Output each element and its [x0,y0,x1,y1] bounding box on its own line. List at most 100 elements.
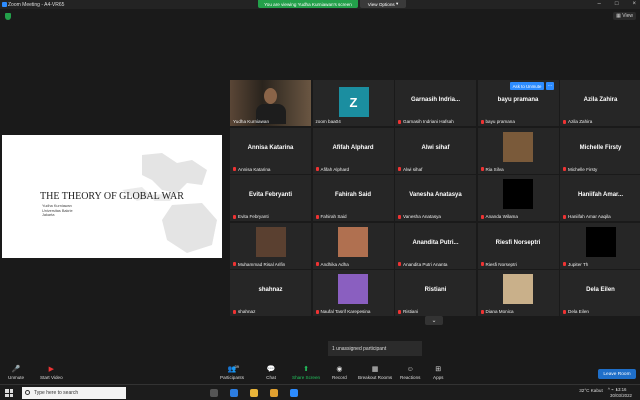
apps-icon: ⊞ [435,366,442,373]
security-shield-icon[interactable] [5,13,11,20]
participant-name: Dela Eilen [568,309,589,314]
participant-tile[interactable]: Afifah Alphard Afifah Alphard [312,127,394,174]
muted-mic-icon [563,214,566,219]
participants-button[interactable]: 👥 39 Participants [220,364,244,380]
participant-tile[interactable]: Dela Eilen Dela Eilen [560,270,640,316]
slide-author-block: Yudha Kurniawan Universitas Bakrie Jakar… [42,204,73,218]
participant-tile[interactable]: Yudha Kurniawan [230,80,311,126]
share-screen-button[interactable]: ⬆ Share Screen [292,365,320,380]
participant-tile[interactable]: Andhika Adha [312,222,394,269]
unmute-button[interactable]: 🎤 Unmute [8,365,24,380]
participant-tile[interactable]: Zzoom baa04 [312,80,394,126]
task-view-icon[interactable] [210,389,218,397]
view-label: View [622,13,633,19]
participants-icon: 👥 39 [227,364,239,373]
muted-mic-icon [563,262,566,266]
profile-photo [503,274,533,304]
record-label: Record [332,375,347,380]
leave-room-button[interactable]: Leave Room [598,369,636,379]
participant-tile[interactable]: shahnaz shahnaz [230,270,311,316]
participant-display-name: Vanesha Anatasya [409,192,462,198]
participant-display-name: bayu pramana [497,97,539,103]
view-button[interactable]: ▦ View [613,12,636,20]
participant-tile[interactable]: Ria Silva [477,127,559,174]
taskbar-clock[interactable]: 13:16 30/03/2022 [610,387,632,399]
slide-author-line: Yudha Kurniawan [42,204,72,208]
edge-icon[interactable] [230,389,238,397]
profile-photo [503,179,533,209]
participant-name: Evita Febryanti [238,214,269,219]
breakout-rooms-button[interactable]: ▦ Breakout Rooms [358,365,392,380]
more-options-button[interactable]: ··· [546,82,554,90]
ask-to-unmute-button[interactable]: Ask to Unmute [510,82,544,90]
taskbar-search-input[interactable]: Type here to search [22,387,126,399]
viewing-screen-banner: You are viewing Yudha Kurniawan's screen [258,0,358,8]
participant-label: Michelle Firsty [563,167,597,172]
participant-name: Azila Zahira [568,119,593,124]
grid-icon: ▦ [616,13,621,19]
muted-mic-icon [398,167,401,171]
participant-tile[interactable]: Ananda Wilama [477,175,559,221]
minimize-button[interactable]: – [598,1,601,7]
participant-tile[interactable]: Haniifah Amar... Haniifah Amar Aaqila [560,175,640,221]
close-button[interactable]: × [632,1,636,7]
participant-tile[interactable]: Evita Febryanti Evita Febryanti [230,175,311,221]
muted-mic-icon [480,167,484,171]
unassigned-participant-notice: 1 unassigned participant [328,341,422,356]
participant-display-name: Afifah Alphard [332,144,374,151]
participant-tile[interactable]: Alwi sihaf Alwi sihaf [395,127,476,174]
participant-label: Alwi sihaf [398,167,422,172]
muted-mic-icon: 🎤 [11,366,21,373]
muted-mic-icon [398,309,401,314]
participant-tile[interactable]: Garnasih Indria... Garnasih Indriani Hafs… [395,80,476,126]
zoom-taskbar-icon[interactable] [290,389,298,397]
participant-label: Ristiani [398,309,418,314]
chat-icon: 💬 [266,366,276,373]
clock-date: 30/03/2022 [610,393,632,398]
participant-label: shahnaz [233,309,255,314]
record-button[interactable]: ◉ Record [332,365,347,380]
weather-status: 32°C Kabut [579,387,603,393]
view-options-button[interactable]: View Options ▾ [360,0,406,8]
participant-display-name: Alwi sihaf [421,144,450,151]
muted-mic-icon [563,167,566,171]
participant-tile[interactable]: Riesfi Norseptri Riesfi Norseptri [477,222,559,269]
participant-tile[interactable]: Muhammad Risal Arifin [230,222,311,269]
participant-label: Riesfi Norseptri [480,262,517,267]
reactions-button[interactable]: ☺ Reactions [400,365,420,381]
participant-tile[interactable]: Vanesha Anatasya Vanesha Anatasya [395,175,476,221]
participant-name: Garnasih Indriani Hafsah [403,119,454,124]
participant-tile[interactable]: Fahirah Said Fahirah Said [312,175,394,221]
participant-gallery: Yudha Kurniawan Zzoom baa04 Garnasih Indri… [230,80,640,316]
participant-tile[interactable]: Anandita Putri... Anandita Putri Ananta [395,222,476,269]
participant-tile[interactable]: Naufal Tasrif Karepesina [312,270,394,316]
view-options-label: View Options [367,1,395,7]
participant-label: Garnasih Indriani Hafsah [398,119,454,124]
start-video-button[interactable]: ▶ Start Video [40,365,63,380]
breakout-rooms-icon: ▦ [371,366,379,373]
apps-label: Apps [433,375,444,380]
participant-tile[interactable]: Jupiter Th [560,222,640,269]
file-explorer-icon[interactable] [270,389,278,397]
participant-display-name: Riesfi Norseptri [495,239,541,246]
participant-label: Diana Monica [480,309,514,314]
chevron-down-icon[interactable]: ⌄ [425,316,443,325]
participant-tile[interactable]: Ristiani Ristiani [395,270,476,316]
participant-display-name: Dela Eilen [586,287,615,293]
unmute-label: Unmute [8,375,25,380]
participant-label: Jupiter Th [563,262,588,267]
participant-tile[interactable]: Diana Monica [477,270,559,316]
windows-start-icon[interactable] [5,389,13,397]
windows-taskbar: Type here to search 32°C Kabut ^ ⌁ ◖ 13:… [0,384,640,400]
slide-author-line: Jakarta [42,213,55,218]
participant-tile[interactable]: Michelle Firsty Michelle Firsty [560,127,640,174]
participant-label: Yudha Kurniawan [233,119,269,124]
slide-title: THE THEORY OF GLOBAL WAR [40,191,184,202]
chrome-icon[interactable] [250,389,258,397]
participant-tile[interactable]: Azila Zahira Azila Zahira [560,80,640,126]
chat-button[interactable]: 💬 Chat [266,365,276,380]
participant-tile[interactable]: Annisa Katarina Annisa Katarina [230,127,311,174]
profile-photo [503,131,533,162]
apps-button[interactable]: ⊞ Apps [433,365,443,380]
maximize-button[interactable]: □ [615,1,619,7]
